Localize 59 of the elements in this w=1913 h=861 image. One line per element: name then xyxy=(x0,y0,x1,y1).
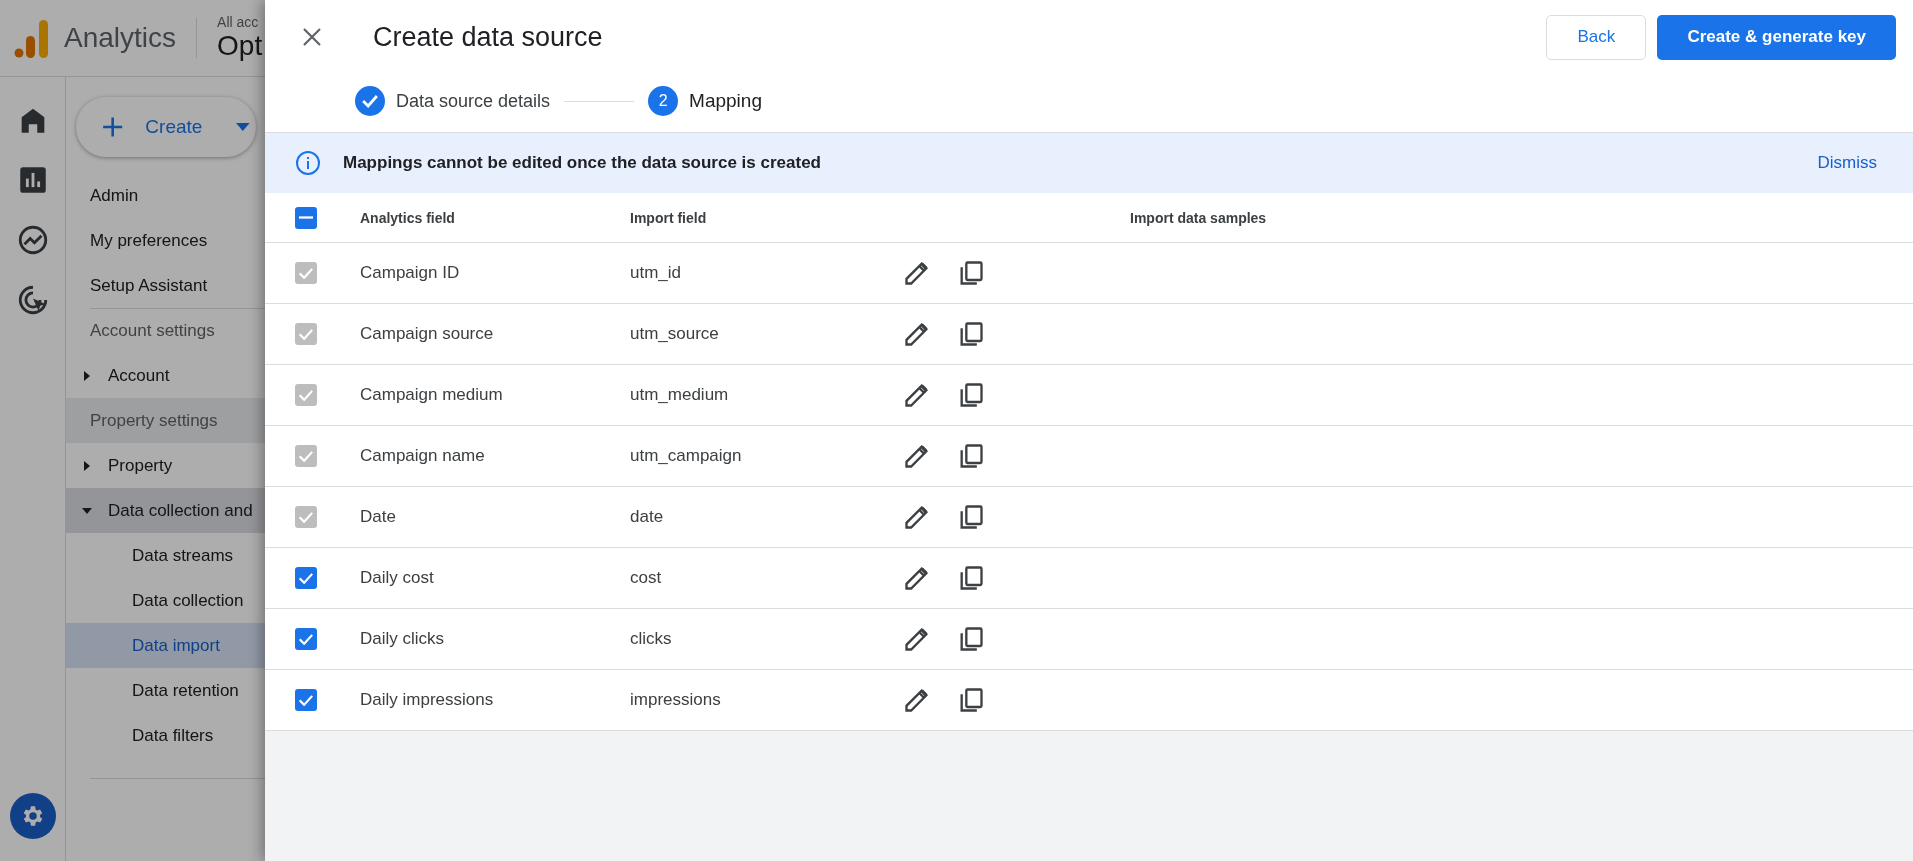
checkmark-icon xyxy=(299,694,313,706)
caret-down-icon xyxy=(236,123,250,131)
table-cell-text: Campaign medium xyxy=(360,385,504,405)
table-cell-text: utm_source xyxy=(630,324,720,344)
close-icon[interactable] xyxy=(301,26,323,48)
checkmark-icon xyxy=(299,572,313,584)
table-cell-text: cost xyxy=(630,568,663,588)
checkbox[interactable] xyxy=(295,628,317,650)
column-header: Analytics field xyxy=(360,209,456,226)
product-name: Analytics xyxy=(64,22,177,54)
pencil-icon[interactable] xyxy=(903,442,931,470)
table-cell-text: utm_id xyxy=(630,263,683,283)
column-header: Import field xyxy=(630,209,708,226)
checkmark-icon xyxy=(299,267,313,279)
column-header: Import data samples xyxy=(1130,209,1268,226)
checkmark-icon xyxy=(299,450,313,462)
pencil-icon[interactable] xyxy=(903,503,931,531)
step-number: 2 xyxy=(648,86,679,116)
pencil-icon[interactable] xyxy=(903,625,931,653)
table-cell-text: utm_campaign xyxy=(630,446,743,466)
table-cell-text: date xyxy=(630,507,665,527)
pencil-icon[interactable] xyxy=(903,686,931,714)
table-cell-text: Date xyxy=(360,507,397,527)
create-generate-key-button[interactable]: Create & generate key xyxy=(1657,14,1896,60)
table-cell-text: clicks xyxy=(630,629,673,649)
info-icon xyxy=(295,150,321,176)
table-cell-text: Campaign ID xyxy=(360,263,461,283)
dash-icon xyxy=(299,216,313,219)
table-cell-text: Campaign source xyxy=(360,324,495,344)
checkmark-icon xyxy=(299,633,313,645)
settings-button[interactable] xyxy=(9,793,56,839)
step-label[interactable]: Mapping xyxy=(689,90,762,112)
dialog-title: Create data source xyxy=(373,21,604,53)
checkbox[interactable] xyxy=(295,206,317,229)
table-cell-text: utm_medium xyxy=(630,385,730,405)
analytics-logo xyxy=(14,18,50,58)
property-name[interactable]: Opt xyxy=(217,30,263,62)
table-cell-text: Daily clicks xyxy=(360,629,446,649)
nav-group[interactable]: Account xyxy=(66,353,326,398)
checkmark-icon xyxy=(299,389,313,401)
checkbox[interactable] xyxy=(295,567,317,589)
table-cell-text: Daily impressions xyxy=(360,690,495,710)
pencil-icon[interactable] xyxy=(903,259,931,287)
pencil-icon[interactable] xyxy=(903,381,931,409)
back-button[interactable]: Back xyxy=(1546,14,1647,60)
table-cell-text: Campaign name xyxy=(360,446,486,466)
table-cell-text: impressions xyxy=(630,690,722,710)
checkbox[interactable] xyxy=(295,689,317,711)
pencil-icon[interactable] xyxy=(903,320,931,348)
account-label[interactable]: All acc xyxy=(217,14,263,30)
checkmark-icon xyxy=(299,511,313,523)
create-button[interactable]: Create xyxy=(76,97,256,157)
step-label[interactable]: Data source details xyxy=(396,90,551,112)
nav-group[interactable]: Property xyxy=(66,443,326,488)
table-cell-text: Daily cost xyxy=(360,568,435,588)
checkmark-icon xyxy=(299,328,313,340)
pencil-icon[interactable] xyxy=(903,564,931,592)
dismiss-link[interactable]: Dismiss xyxy=(1811,152,1883,174)
banner-message: Mappings cannot be edited once the data source is created xyxy=(343,153,822,173)
